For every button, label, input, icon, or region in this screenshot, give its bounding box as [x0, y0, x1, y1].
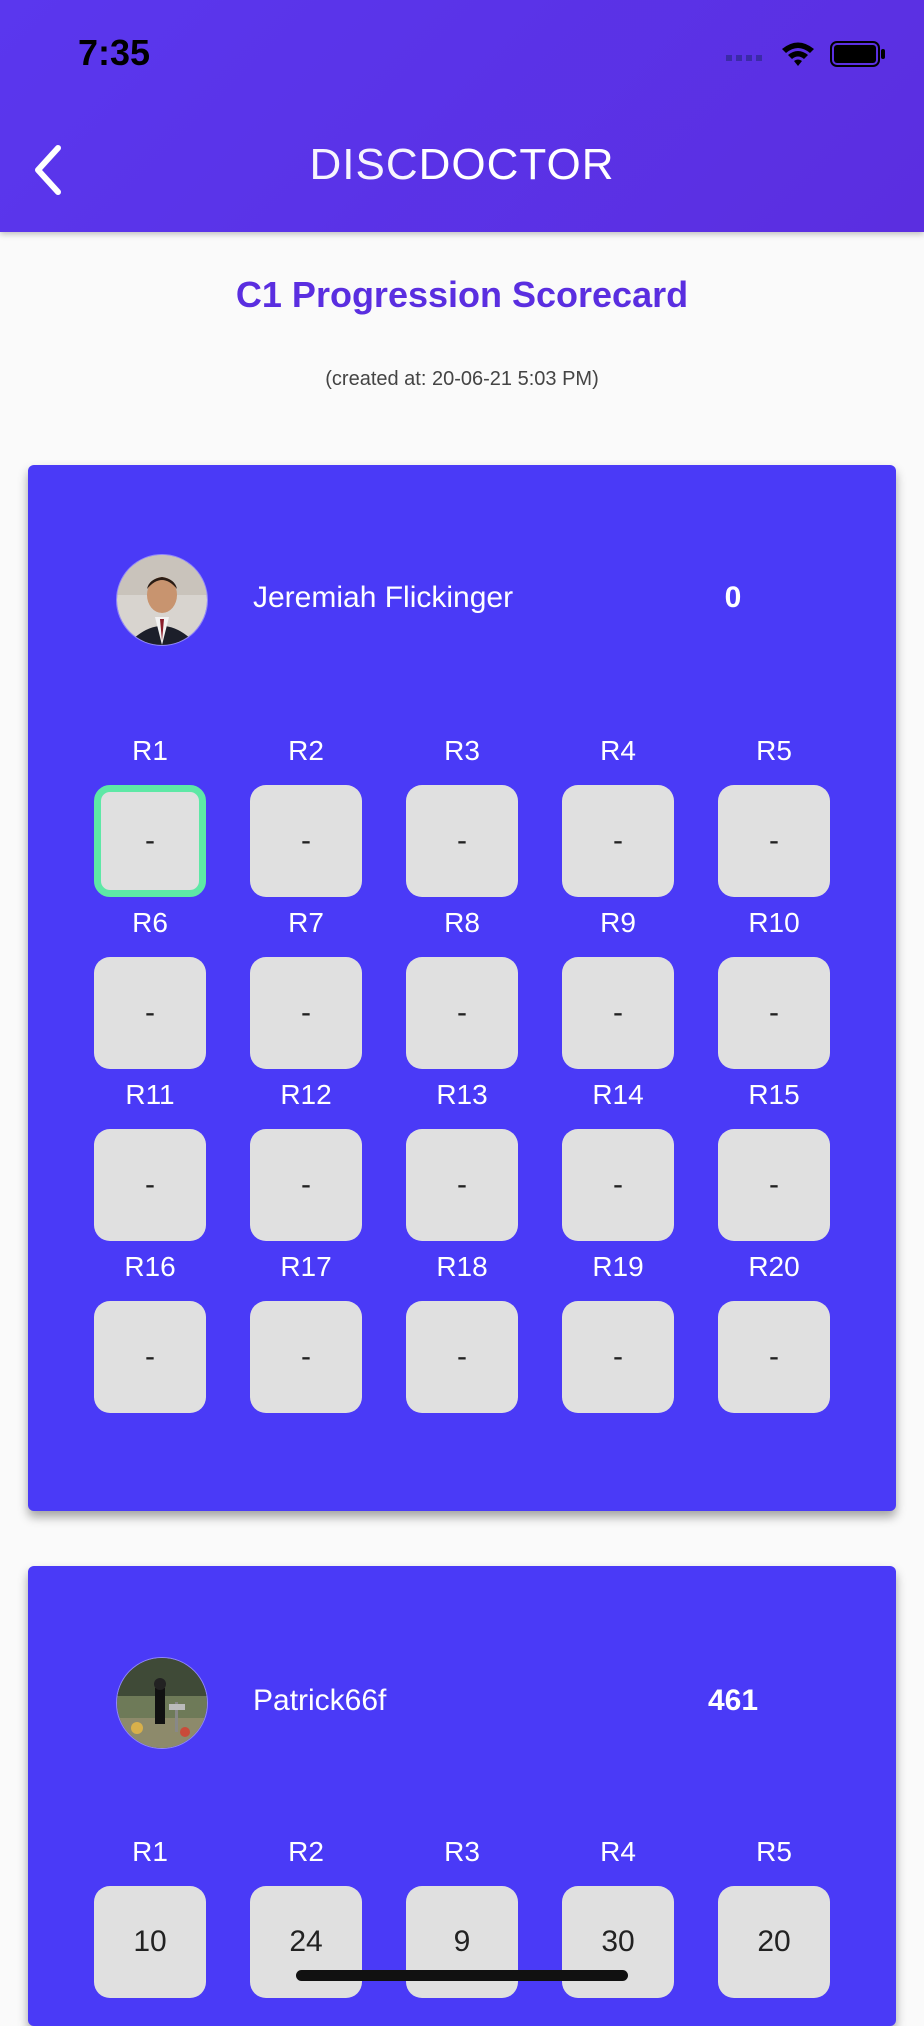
round-label: R5 [756, 1836, 792, 1867]
page-title: C1 Progression Scorecard [235, 274, 689, 315]
round-label: R8 [444, 907, 480, 938]
round-label: R20 [748, 1251, 800, 1282]
avatar-image [117, 555, 207, 645]
player-card: Patrick66f 461 R1 R2 R3 R4 R5 10 24 9 30… [28, 1566, 896, 2026]
round-score-box[interactable]: - [562, 957, 674, 1069]
round-score-box[interactable]: - [94, 1129, 206, 1241]
round-score-box[interactable]: - [94, 1301, 206, 1413]
round-label: R4 [600, 735, 636, 766]
round-score-box[interactable]: - [250, 1301, 362, 1413]
home-indicator[interactable] [296, 1970, 628, 1981]
round-score-box[interactable]: - [562, 1129, 674, 1241]
round-score-box[interactable]: 9 [406, 1886, 518, 1998]
round-label: R3 [444, 1836, 480, 1867]
round-label: R7 [288, 907, 324, 938]
round-score-box[interactable]: 24 [250, 1886, 362, 1998]
avatar-image [117, 1658, 207, 1748]
round-score-box[interactable]: - [718, 1129, 830, 1241]
player-card: Jeremiah Flickinger 0 R1 R2 R3 R4 R5 - -… [28, 465, 896, 1511]
round-score-box[interactable]: - [406, 957, 518, 1069]
player-total: 0 [724, 581, 742, 614]
round-score-box[interactable]: - [718, 785, 830, 897]
round-label: R15 [748, 1079, 800, 1110]
round-score-box[interactable]: - [562, 785, 674, 897]
wifi-icon [782, 42, 814, 66]
player-name: Jeremiah Flickinger [253, 581, 514, 614]
round-score-box[interactable]: - [250, 957, 362, 1069]
round-score-box[interactable]: - [718, 957, 830, 1069]
round-score-box[interactable]: - [718, 1301, 830, 1413]
player-avatar [116, 554, 208, 646]
app-title-bold: DOCTOR [418, 140, 615, 189]
round-score-box[interactable]: 20 [718, 1886, 830, 1998]
round-label: R18 [436, 1251, 488, 1282]
app-title-light: DISC [309, 140, 419, 189]
player-avatar [116, 1657, 208, 1749]
round-score-box[interactable]: - [94, 957, 206, 1069]
round-score-box[interactable]: - [406, 785, 518, 897]
round-score-box[interactable]: - [250, 1129, 362, 1241]
app-header: 7:35 DISCDOCTOR [0, 0, 924, 232]
player-total: 461 [707, 1684, 759, 1717]
round-label: R9 [600, 907, 636, 938]
status-time: 7:35 [78, 32, 151, 73]
round-label: R11 [125, 1079, 175, 1110]
round-label: R14 [592, 1079, 644, 1110]
round-label: R3 [444, 735, 480, 766]
round-label: R1 [132, 1836, 168, 1867]
cellular-signal-icon [726, 55, 762, 61]
round-label: R16 [124, 1251, 176, 1282]
round-label: R17 [280, 1251, 332, 1282]
round-label: R13 [436, 1079, 488, 1110]
round-label: R19 [592, 1251, 644, 1282]
round-label: R12 [280, 1079, 332, 1110]
round-label: R10 [748, 907, 800, 938]
battery-icon [830, 41, 885, 67]
round-score-box[interactable]: - [250, 785, 362, 897]
round-label: R5 [756, 735, 792, 766]
round-score-box[interactable]: - [406, 1129, 518, 1241]
app-title: DISCDOCTOR [0, 140, 924, 190]
player-name: Patrick66f [253, 1684, 387, 1717]
round-score-box[interactable]: 10 [94, 1886, 206, 1998]
round-label: R6 [132, 907, 168, 938]
round-label: R4 [600, 1836, 636, 1867]
status-icons [726, 40, 886, 68]
round-label: R2 [288, 1836, 324, 1867]
round-label: R2 [288, 735, 324, 766]
round-label: R1 [132, 735, 168, 766]
round-score-box[interactable]: - [94, 785, 206, 897]
round-score-box[interactable]: 30 [562, 1886, 674, 1998]
round-score-box[interactable]: - [406, 1301, 518, 1413]
round-score-box[interactable]: - [562, 1301, 674, 1413]
created-at: (created at: 20-06-21 5:03 PM) [325, 368, 599, 390]
